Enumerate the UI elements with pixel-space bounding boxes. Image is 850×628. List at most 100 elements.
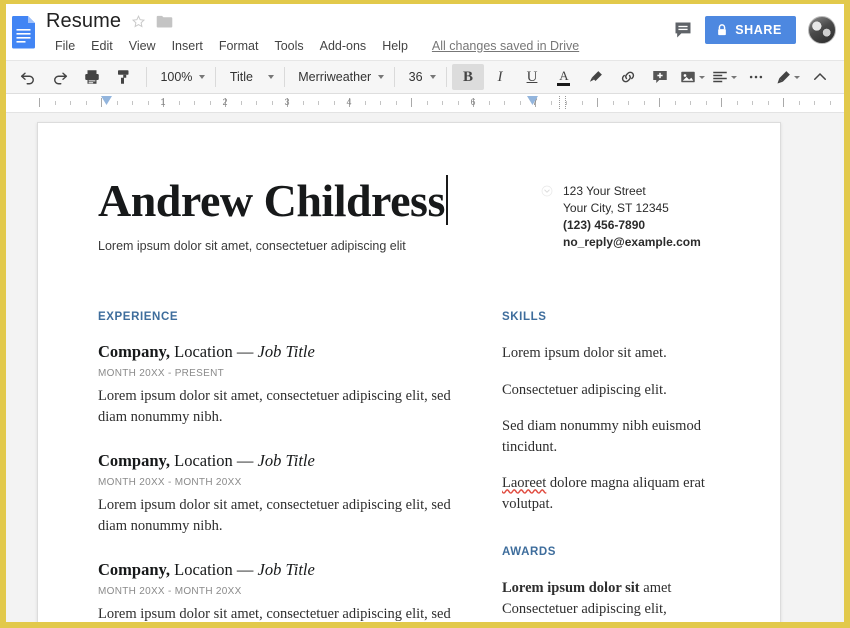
menu-item-view[interactable]: View [121, 37, 164, 55]
experience-column: EXPERIENCE Company, Location — Job Title… [98, 311, 502, 622]
save-status-link[interactable]: All changes saved in Drive [432, 39, 579, 53]
skills-awards-column: SKILLS Lorem ipsum dolor sit amet. Conse… [502, 311, 710, 622]
underline-button[interactable]: U [516, 64, 548, 90]
avatar[interactable] [808, 16, 836, 44]
ruler-number: 1 [160, 97, 166, 107]
section-heading-awards: AWARDS [502, 546, 557, 559]
ruler-tick-minor [209, 101, 211, 105]
award-rest-text: amet [639, 580, 672, 597]
ruler-number: 6 [470, 97, 476, 107]
resume-columns: EXPERIENCE Company, Location — Job Title… [98, 311, 736, 622]
contact-city: Your City, ST 12345 [563, 201, 669, 216]
section-heading-experience: EXPERIENCE [98, 311, 179, 323]
experience-entry[interactable]: Company, Location — Job Title MONTH 20XX… [98, 560, 474, 622]
header-actions: SHARE [673, 16, 836, 44]
ruler-tick-minor [256, 101, 257, 105]
job-date: MONTH 20XX - MONTH 20XX [98, 586, 242, 598]
font-size-select[interactable]: 36 [401, 64, 440, 90]
font-family-select[interactable]: Merriweather [290, 64, 388, 90]
comment-icon[interactable] [673, 20, 693, 40]
award-entry: Sed diam nonummy [502, 621, 710, 623]
job-location: Location [174, 560, 233, 580]
ruler-ticks: 123467 [6, 94, 844, 112]
share-button[interactable]: SHARE [705, 16, 796, 44]
paint-format-icon[interactable] [108, 64, 140, 90]
menu-item-file[interactable]: File [47, 37, 83, 55]
document-body[interactable]: Andrew Childress Lorem ipsum dolor sit a… [98, 175, 736, 622]
align-left-icon[interactable] [708, 64, 740, 90]
ruler-tick-minor [318, 101, 319, 105]
chevron-up-icon[interactable] [804, 64, 836, 90]
job-description: Lorem ipsum dolor sit amet, consectetuer… [98, 387, 451, 425]
google-docs-window: Resume File Edit View Insert Format Tool… [0, 0, 850, 628]
menu-item-add-ons[interactable]: Add-ons [312, 37, 375, 55]
resume-name[interactable]: Andrew Childress [98, 178, 445, 224]
ruler-tick-minor [488, 101, 490, 105]
ruler-tick-minor [643, 101, 645, 105]
contact-street: 123 Your Street [563, 184, 646, 198]
star-outline-icon[interactable] [131, 14, 146, 29]
ruler-tick-minor [519, 101, 521, 105]
document-page[interactable]: Andrew Childress Lorem ipsum dolor sit a… [37, 122, 781, 622]
add-comment-icon[interactable] [644, 64, 676, 90]
ruler-tick-minor [302, 101, 304, 105]
ruler-tick-minor [240, 101, 242, 105]
job-description: Lorem ipsum dolor sit amet, consectetuer… [98, 606, 451, 622]
document-title-row: Resume [46, 10, 173, 33]
ruler-tick-major [39, 98, 40, 107]
ruler-tick-minor [752, 101, 753, 105]
pencil-edit-icon[interactable] [772, 64, 804, 90]
paragraph-style-select[interactable]: Title [222, 64, 278, 90]
award-entry: Lorem ipsum dolor sit amet [502, 578, 710, 599]
zoom-value: 100% [160, 70, 193, 84]
ruler-tick-minor [628, 101, 629, 105]
undo-icon[interactable] [12, 64, 44, 90]
document-canvas: Andrew Childress Lorem ipsum dolor sit a… [6, 113, 844, 622]
ruler-tick-minor [550, 101, 552, 105]
page-title[interactable]: Resume [46, 10, 121, 33]
ruler-tick-minor [566, 101, 567, 105]
menu-item-insert[interactable]: Insert [164, 37, 211, 55]
underline-label: U [526, 68, 538, 85]
job-dash: — [236, 451, 254, 471]
contact-block[interactable]: 123 Your Street Your City, ST 12345 (123… [541, 183, 701, 251]
skill-item: Laoreet dolore magna aliquam erat volutp… [502, 473, 710, 514]
menu-item-format[interactable]: Format [211, 37, 267, 55]
bold-label: B [462, 68, 473, 85]
job-role: Job Title [257, 342, 315, 361]
ruler-tick-major [783, 98, 784, 107]
print-icon[interactable] [76, 64, 108, 90]
menu-item-edit[interactable]: Edit [83, 37, 121, 55]
experience-entry[interactable]: Company, Location — Job Title MONTH 20XX… [98, 342, 474, 427]
menu-item-tools[interactable]: Tools [266, 37, 311, 55]
resume-header: Andrew Childress Lorem ipsum dolor sit a… [98, 175, 736, 253]
text-color-button[interactable]: A [548, 64, 580, 90]
redo-icon[interactable] [44, 64, 76, 90]
contact-phone: (123) 456-7890 [563, 218, 646, 233]
link-icon[interactable] [612, 64, 644, 90]
folder-icon[interactable] [156, 14, 173, 29]
image-icon[interactable] [676, 64, 708, 90]
chevron-down-icon[interactable] [541, 185, 553, 197]
google-docs-icon[interactable] [10, 15, 38, 49]
menu-item-help[interactable]: Help [374, 37, 416, 55]
award-bold-text: Lorem ipsum dolor sit [502, 580, 640, 597]
chevron-down-icon [794, 75, 801, 79]
job-role: Job Title [257, 451, 315, 471]
ruler[interactable]: 123467 [6, 94, 844, 113]
column-divider[interactable] [559, 96, 566, 109]
chevron-down-icon [378, 75, 385, 79]
italic-button[interactable]: I [484, 64, 516, 90]
highlight-pen-icon[interactable] [580, 64, 612, 90]
section-heading-skills: SKILLS [502, 311, 547, 323]
misspelled-word[interactable]: Laoreet [502, 475, 546, 491]
ruler-tick-minor [395, 101, 397, 105]
zoom-select[interactable]: 100% [152, 64, 209, 90]
bold-button[interactable]: B [451, 64, 484, 90]
experience-entry[interactable]: Company, Location — Job Title MONTH 20XX… [98, 451, 474, 536]
ruler-tick-minor [504, 101, 505, 105]
more-options-icon[interactable] [740, 64, 772, 90]
award-entry: Consectetuer adipiscing elit, [502, 601, 667, 618]
font-family-value: Merriweather [298, 70, 372, 84]
job-location: Location [174, 451, 233, 471]
